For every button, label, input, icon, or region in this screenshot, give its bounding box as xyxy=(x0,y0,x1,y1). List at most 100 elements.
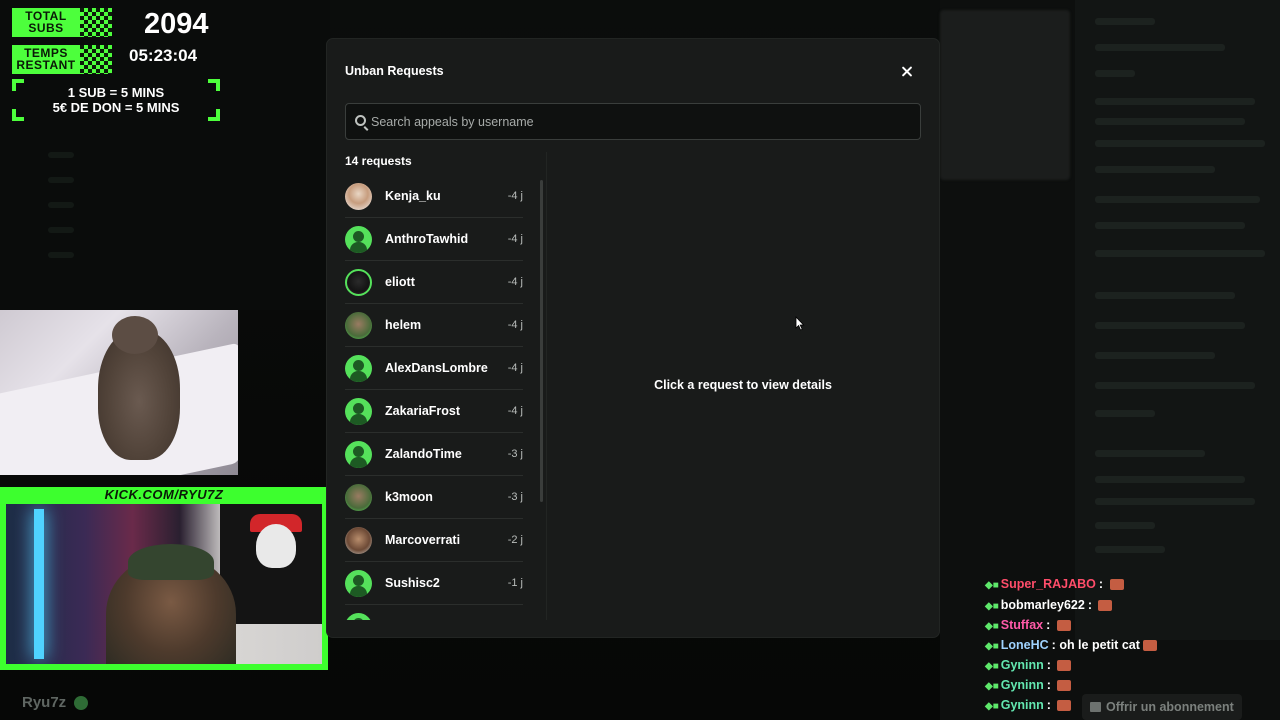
chat-badge-icon: ◆■ xyxy=(985,601,999,612)
chat-message: ◆■ Gyninn: xyxy=(985,678,1072,692)
chat-badge-icon: ◆■ xyxy=(985,701,999,712)
emote-icon xyxy=(1057,660,1072,672)
request-item[interactable]: AnthroTawhid -4 j xyxy=(345,218,523,261)
request-age: -4 j xyxy=(507,405,523,417)
request-item[interactable]: eliott -4 j xyxy=(345,261,523,304)
chat-message: ◆■ Super_RAJABO: xyxy=(985,577,1124,591)
avatar xyxy=(345,527,372,554)
request-item[interactable]: Sushisc2 -1 j xyxy=(345,562,523,605)
unban-requests-modal: Unban Requests 14 requests Kenja_ku-4 jA… xyxy=(327,39,939,637)
request-username: AlexDansLombre xyxy=(385,361,488,375)
chat-message: ◆■ Gyninn: xyxy=(985,658,1072,672)
request-item[interactable]: ZakariaFrost -4 j xyxy=(345,390,523,433)
chat-username[interactable]: Gyninn xyxy=(1001,698,1044,712)
request-age: -4 j xyxy=(507,233,523,245)
gift-sub-button[interactable]: Offrir un abonnement xyxy=(1082,694,1242,720)
chat-username[interactable]: Stuffax xyxy=(1001,618,1043,632)
rule-donation: 5€ DE DON = 5 MINS xyxy=(52,100,180,115)
chat-message: ◆■ Stuffax: xyxy=(985,618,1071,632)
checker-pattern xyxy=(80,45,112,74)
rule-sub: 1 SUB = 5 MINS xyxy=(67,85,165,100)
chat-message: ◆■ LoneHC: oh le petit cat xyxy=(985,638,1157,652)
time-left: 05:23:04 xyxy=(129,46,198,65)
scrollbar[interactable] xyxy=(540,180,543,502)
request-username: ZalandoTime xyxy=(385,447,462,461)
checker-pattern xyxy=(80,8,112,37)
search-icon xyxy=(355,115,366,126)
avatar xyxy=(345,183,372,210)
request-age: -1 j xyxy=(507,577,523,589)
avatar xyxy=(345,355,372,382)
verified-icon xyxy=(74,696,88,710)
avatar xyxy=(345,269,372,296)
avatar xyxy=(345,484,372,511)
avatar xyxy=(345,398,372,425)
sub-count: 2094 xyxy=(144,8,209,40)
emote-icon xyxy=(1098,600,1113,612)
kick-url-banner: KICK.COM/RYU7Z xyxy=(104,487,224,502)
subathon-rules: 1 SUB = 5 MINS 5€ DE DON = 5 MINS xyxy=(12,79,220,121)
emote-icon xyxy=(1109,579,1124,591)
gift-icon xyxy=(1090,702,1101,712)
streamer-name[interactable]: Ryu7z xyxy=(22,694,66,711)
request-item[interactable]: k3moon -3 j xyxy=(345,476,523,519)
mouse-cursor-icon xyxy=(795,316,805,331)
total-subs-label: TOTAL SUBS xyxy=(12,8,80,37)
request-age: -4 j xyxy=(507,362,523,374)
requests-count: 14 requests xyxy=(345,154,412,168)
request-list: Kenja_ku -4 j AnthroTawhid -4 j eliott -4 j he… xyxy=(345,175,523,620)
request-item[interactable]: helem -4 j xyxy=(345,304,523,347)
background-chat-column xyxy=(1075,0,1280,640)
background-video-card xyxy=(940,10,1070,180)
chat-username[interactable]: LoneHC xyxy=(1001,638,1049,652)
screen: TOTAL SUBS TEMPS RESTANT 2094 05:23:04 1 S… xyxy=(0,0,1280,720)
request-age: -3 j xyxy=(507,448,523,460)
gift-sub-label: Offrir un abonnement xyxy=(1106,700,1234,714)
time-left-label: TEMPS RESTANT xyxy=(12,45,80,74)
avatar xyxy=(345,441,372,468)
emote-icon xyxy=(1057,700,1072,712)
chat-badge-icon: ◆■ xyxy=(985,580,999,591)
avatar xyxy=(345,613,372,620)
chat-badge-icon: ◆■ xyxy=(985,621,999,632)
chat-badge-icon: ◆■ xyxy=(985,641,999,652)
chat-text: oh le petit cat xyxy=(1059,638,1140,652)
cat-camera-feed xyxy=(0,310,238,475)
request-item[interactable]: ZalandoTime -3 j xyxy=(345,433,523,476)
skull-icon xyxy=(256,524,296,568)
request-username: helem xyxy=(385,318,422,332)
request-age: -4 j xyxy=(507,190,523,202)
emote-icon xyxy=(1142,640,1157,652)
chat-badge-icon: ◆■ xyxy=(985,681,999,692)
request-username: Marcoverrati xyxy=(385,533,461,547)
request-username: k3moon xyxy=(385,490,433,504)
request-item[interactable]: Marcoverrati -2 j xyxy=(345,519,523,562)
search-box[interactable] xyxy=(345,103,921,140)
chat-badge-icon: ◆■ xyxy=(985,661,999,672)
request-age: -4 j xyxy=(507,276,523,288)
avatar xyxy=(345,312,372,339)
request-username: eliott xyxy=(385,275,415,289)
request-username: Kenja_ku xyxy=(385,189,441,203)
request-item[interactable]: Kenja_ku -4 j xyxy=(345,175,523,218)
request-age: -4 j xyxy=(507,319,523,331)
emote-icon xyxy=(1056,620,1071,632)
detail-placeholder: Click a request to view details xyxy=(654,378,832,392)
request-age: -3 j xyxy=(507,491,523,503)
streamer-webcam xyxy=(6,504,322,664)
search-input[interactable] xyxy=(371,104,911,139)
chat-username[interactable]: Super_RAJABO xyxy=(1001,577,1096,591)
avatar xyxy=(345,226,372,253)
request-username: AnthroTawhid xyxy=(385,232,469,246)
close-icon[interactable] xyxy=(897,62,917,82)
subs-counter-badge: TOTAL SUBS TEMPS RESTANT xyxy=(12,8,112,74)
chat-message: ◆■ Gyninn: xyxy=(985,698,1072,712)
chat-username[interactable]: Gyninn xyxy=(1001,658,1044,672)
chat-username[interactable]: bobmarley622 xyxy=(1001,598,1085,612)
chat-username[interactable]: Gyninn xyxy=(1001,678,1044,692)
chat-message: ◆■ bobmarley622: xyxy=(985,598,1113,612)
request-username: Sushisc2 xyxy=(385,576,440,590)
request-item[interactable] xyxy=(345,605,523,620)
request-item[interactable]: AlexDansLombre -4 j xyxy=(345,347,523,390)
request-username: ZakariaFrost xyxy=(385,404,461,418)
